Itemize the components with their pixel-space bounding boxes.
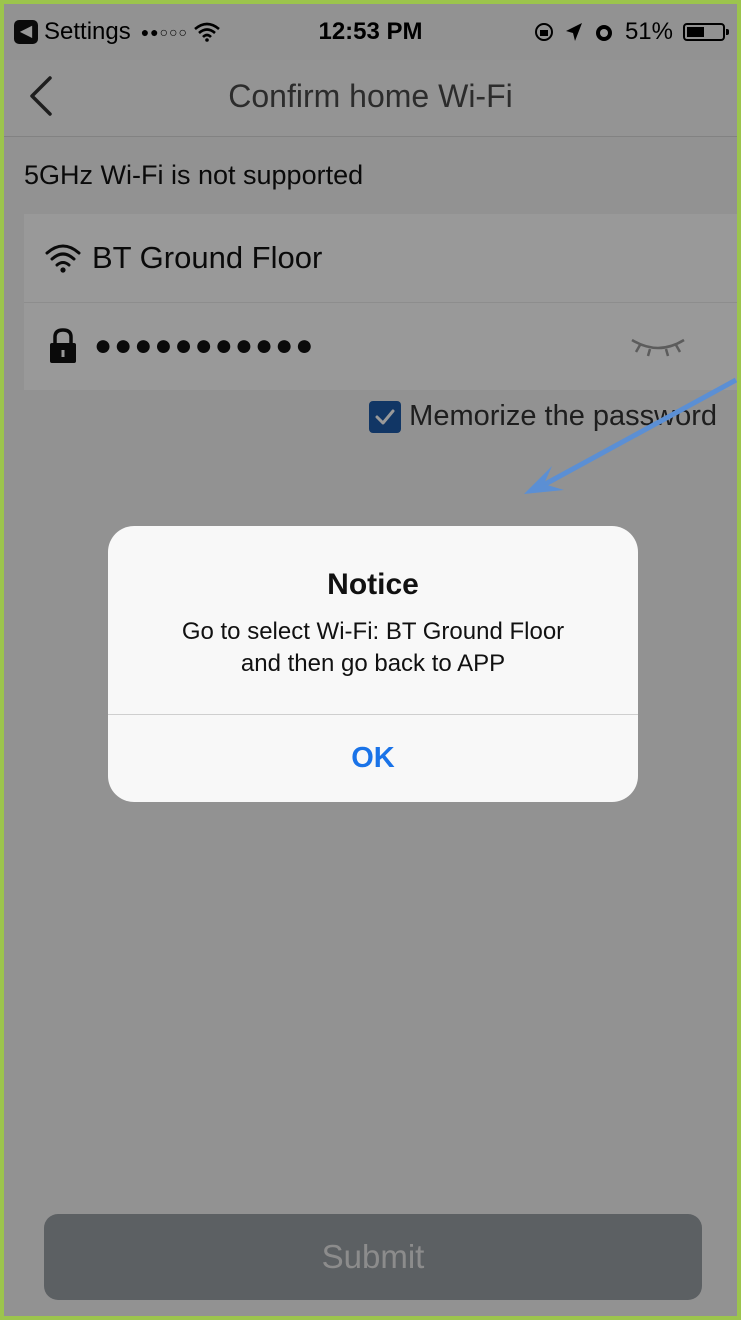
notice-alert-dialog: Notice Go to select Wi-Fi: BT Ground Flo…: [108, 526, 638, 802]
alert-title: Notice: [327, 568, 419, 601]
alert-message-line-2: and then go back to APP: [240, 650, 506, 677]
alert-ok-button[interactable]: OK: [108, 715, 638, 802]
app-screen: ◀ Settings ●●○○○ 12:53 PM 51% Confirm ho…: [0, 0, 741, 1320]
alert-message: Go to select Wi-Fi: BT Ground Floor and …: [138, 616, 608, 680]
alert-message-line-1: Go to select Wi-Fi: BT Ground Floor: [181, 618, 565, 645]
